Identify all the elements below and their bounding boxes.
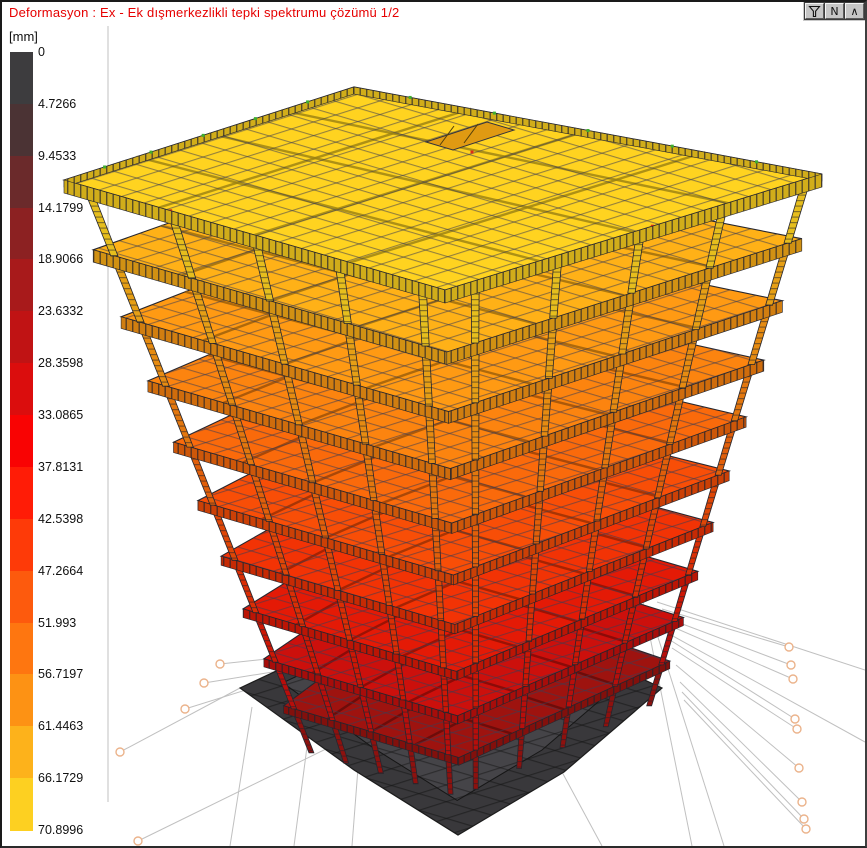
grid-axis-marker [791,715,799,723]
grid-axis-marker [116,748,124,756]
caret-button[interactable]: ∧ [845,3,864,19]
legend-value: 33.0865 [38,408,83,422]
fem-3d-model-view[interactable] [2,2,865,846]
legend-value: 18.9066 [38,252,83,266]
legend-band [10,623,33,675]
legend-value: 9.4533 [38,149,76,163]
legend-band [10,156,33,208]
legend-band [10,104,33,156]
legend-value: 47.2664 [38,564,83,578]
legend-value: 56.7197 [38,667,83,681]
grid-axis-marker [216,660,224,668]
legend-value: 14.1799 [38,201,83,215]
legend-value: 66.1729 [38,771,83,785]
legend-value: 51.993 [38,616,76,630]
legend-value: 61.4463 [38,719,83,733]
legend-band [10,674,33,726]
grid-axis-marker [798,798,806,806]
filter-button[interactable] [805,3,824,19]
grid-axis-marker [785,643,793,651]
legend-band [10,363,33,415]
n-button[interactable]: N [825,3,844,19]
legend-band [10,778,33,830]
grid-axis-marker [795,764,803,772]
legend-band [10,208,33,260]
legend-band [10,571,33,623]
legend-band [10,519,33,571]
legend-value: 28.3598 [38,356,83,370]
grid-axis-marker [134,837,142,845]
result-title: Deformasyon : Ex - Ek dışmerkezlikli tep… [9,5,399,20]
legend-value: 4.7266 [38,97,76,111]
legend-band [10,52,33,104]
grid-axis-marker [800,815,808,823]
building-model [64,87,822,794]
legend-value: 37.8131 [38,460,83,474]
legend-band [10,259,33,311]
panel-toolbar: N ∧ [803,2,865,21]
legend-unit-label: [mm] [9,29,38,44]
legend-band [10,311,33,363]
funnel-icon [808,5,821,18]
result-viewport-window: Deformasyon : Ex - Ek dışmerkezlikli tep… [0,0,867,848]
grid-axis-marker [787,661,795,669]
legend-value: 70.8996 [38,823,83,837]
legend-band [10,415,33,467]
legend-value: 0 [38,45,45,59]
grid-axis-marker [200,679,208,687]
legend-band [10,726,33,778]
grid-axis-marker [793,725,801,733]
grid-axis-marker [181,705,189,713]
legend-band [10,467,33,519]
legend-value: 23.6332 [38,304,83,318]
grid-axis-marker [802,825,810,833]
grid-axis-marker [789,675,797,683]
legend-value: 42.5398 [38,512,83,526]
